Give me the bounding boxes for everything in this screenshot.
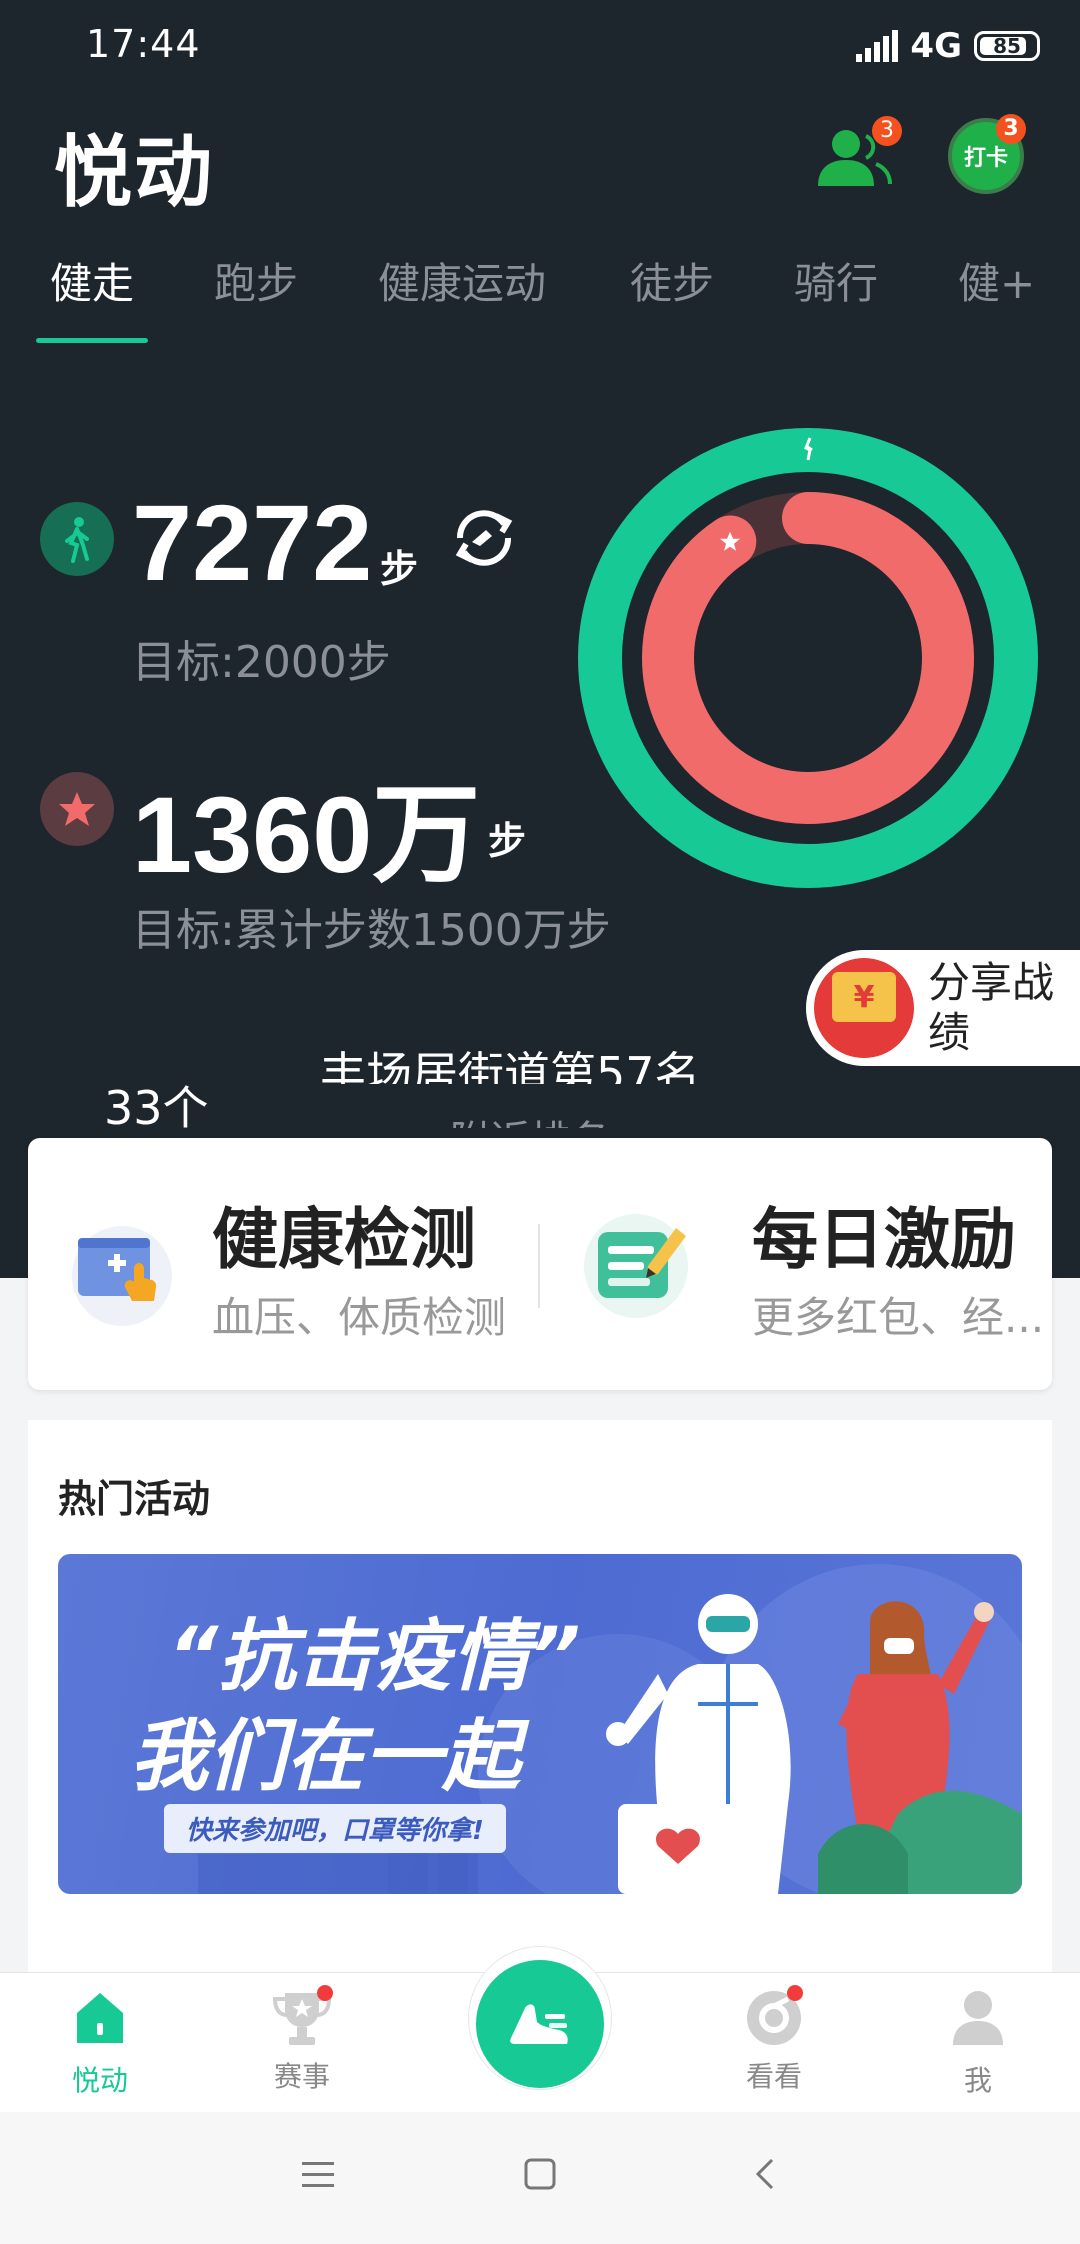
ranking-caption: 附近排名 <box>450 1108 610 1128</box>
tab-walk[interactable]: 健走 <box>50 250 134 311</box>
tab-cycle[interactable]: 骑行 <box>794 250 878 311</box>
status-bar: 17:44 4G 85 <box>0 0 1080 92</box>
health-check-icon <box>72 1226 172 1326</box>
ranking-count: 33个 <box>104 1081 209 1135</box>
battery-icon: 85 <box>974 31 1040 61</box>
tab-hike[interactable]: 徒步 <box>630 250 714 311</box>
star-icon <box>40 772 114 846</box>
nav-events-label: 赛事 <box>273 2060 330 2093</box>
nav-profile-label: 我 <box>963 2064 992 2097</box>
app-title: 悦动 <box>54 128 215 218</box>
red-envelope-icon: ¥ <box>814 958 914 1058</box>
tab-indicator <box>36 338 148 343</box>
sneaker-icon <box>510 2004 568 2044</box>
progress-ring[interactable] <box>578 428 1038 888</box>
daily-reward-subtitle: 更多红包、经... <box>752 1293 1045 1342</box>
network-type: 4G <box>910 26 962 66</box>
nav-discover-label: 看看 <box>745 2060 802 2093</box>
steps-value: 7272 <box>132 482 373 603</box>
nav-discover-dot <box>787 1985 803 2001</box>
daily-reward-icon <box>584 1214 688 1318</box>
cumulative-goal: 目标:累计步数1500万步 <box>132 905 611 956</box>
status-time: 17:44 <box>86 22 201 66</box>
feature-card: 健康检测 血压、体质检测 每日激励 更多红包、经... <box>28 1138 1052 1390</box>
home-icon <box>77 1993 123 2043</box>
banner-tagline: 快来参加吧，口罩等你拿! <box>164 1804 506 1853</box>
daily-reward-title: 每日激励 <box>752 1201 1016 1278</box>
friends-button[interactable]: 3 <box>814 116 902 192</box>
system-navigation-bar <box>0 2112 1080 2244</box>
ranking-position: 丰场居街道第57名 <box>320 1047 701 1084</box>
compass-icon <box>743 1985 805 2049</box>
checkin-label: 打卡 <box>963 146 1008 171</box>
health-check-title: 健康检测 <box>212 1201 476 1278</box>
nav-home-label: 悦动 <box>71 2064 128 2097</box>
cumulative-unit: 步 <box>488 819 527 863</box>
yuan-symbol: ¥ <box>832 972 896 1022</box>
health-check-entry[interactable]: 健康检测 血压、体质检测 <box>28 1138 536 1390</box>
share-label: 分享战绩 <box>928 958 1055 1057</box>
menu-icon[interactable] <box>300 2154 336 2194</box>
nav-discover[interactable]: 看看 <box>714 1985 834 2095</box>
banner-headline-1: “抗击疫情” <box>168 1612 581 1702</box>
status-indicators: 4G 85 <box>856 26 1040 66</box>
nav-home[interactable]: 悦动 <box>40 1987 160 2099</box>
battery-level: 85 <box>993 34 1021 58</box>
person-icon <box>953 1991 1003 2045</box>
walker-icon <box>40 502 114 576</box>
start-workout-button[interactable] <box>476 1960 604 2088</box>
steps-goal: 目标:2000步 <box>132 637 391 688</box>
daily-reward-entry[interactable]: 每日激励 更多红包、经... <box>540 1138 1052 1390</box>
hot-activities-title: 热门活动 <box>58 1477 211 1521</box>
tab-more[interactable]: 健+ <box>958 250 1035 311</box>
friends-badge: 3 <box>872 116 902 146</box>
nav-events-dot <box>317 1985 333 2001</box>
tab-health-exercise[interactable]: 健康运动 <box>378 250 546 311</box>
nav-profile[interactable]: 我 <box>918 1987 1038 2099</box>
trophy-icon <box>271 1985 333 2049</box>
hot-activities-card: 热门活动 “抗击疫情” 我们在一起 快来参加吧，口罩等你拿! <box>28 1420 1052 1980</box>
inner-ring-progress <box>642 492 974 824</box>
activity-banner[interactable]: “抗击疫情” 我们在一起 快来参加吧，口罩等你拿! <box>58 1554 1022 1894</box>
banner-headline-2: 我们在一起 <box>130 1712 521 1802</box>
share-achievement-button[interactable]: ¥ 分享战绩 <box>806 950 1080 1066</box>
health-check-subtitle: 血压、体质检测 <box>212 1293 507 1342</box>
sync-icon[interactable] <box>446 500 522 576</box>
cumulative-value: 1360万 <box>132 774 481 895</box>
steps-unit: 步 <box>380 547 419 591</box>
checkin-badge: 3 <box>996 114 1026 144</box>
signal-icon <box>856 30 899 62</box>
sport-tabs: 健走 跑步 健康运动 徒步 骑行 健+ <box>0 250 1080 350</box>
home-square-icon[interactable] <box>522 2154 558 2194</box>
tab-run[interactable]: 跑步 <box>214 250 298 311</box>
back-icon[interactable] <box>748 2154 784 2194</box>
nav-events[interactable]: 赛事 <box>242 1985 362 2095</box>
checkin-button[interactable]: 打卡 3 <box>948 114 1026 194</box>
